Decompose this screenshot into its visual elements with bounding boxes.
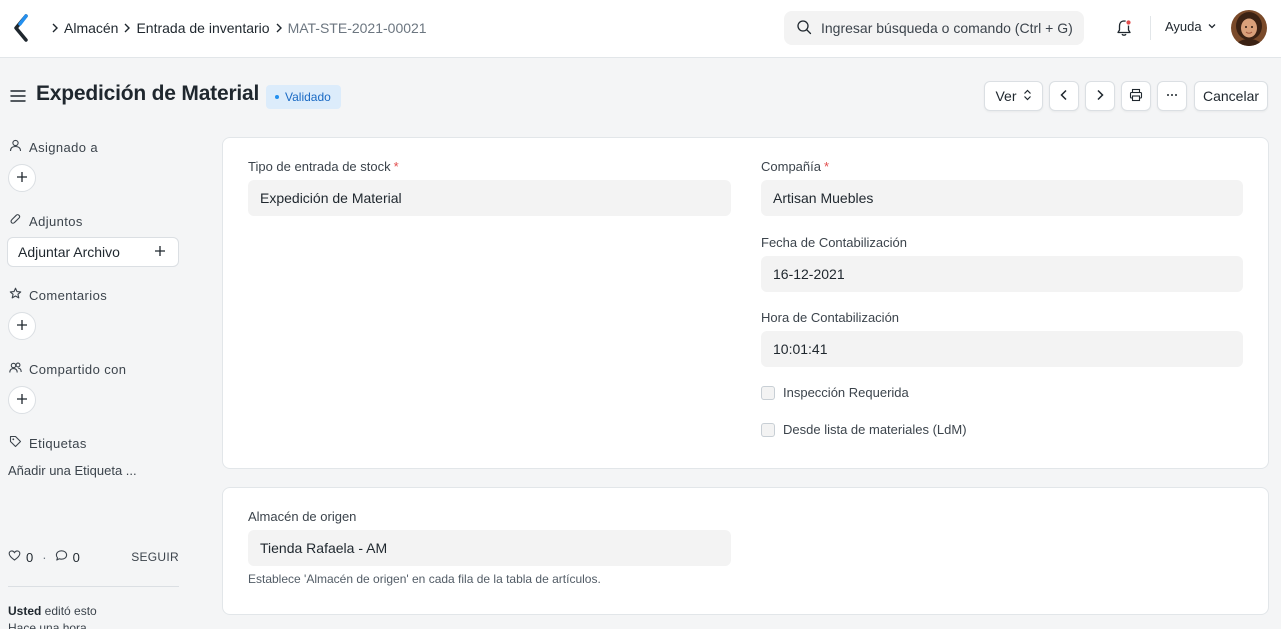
company-label: Compañía *: [761, 159, 829, 174]
warehouse-section: Almacén de origen Tienda Rafaela - AM Es…: [222, 487, 1269, 615]
posting-time-label: Hora de Contabilización: [761, 310, 900, 325]
more-actions-button[interactable]: [1157, 81, 1187, 111]
attachments-section: Adjuntos: [9, 213, 83, 229]
add-tag-link[interactable]: Añadir una Etiqueta ...: [8, 463, 137, 478]
plus-icon: [154, 244, 166, 260]
chevron-right-icon: [118, 23, 136, 33]
comments-label: Comentarios: [29, 287, 108, 303]
add-comment-button[interactable]: [8, 312, 36, 340]
search-icon: [796, 19, 812, 38]
required-marker: *: [393, 159, 399, 174]
activity-user[interactable]: Usted: [8, 604, 41, 618]
comment-counter[interactable]: 0: [55, 549, 80, 565]
doc-stats: 0 · 0 SEGUIR: [8, 549, 179, 565]
source-warehouse-help: Establece 'Almacén de origen' en cada fi…: [248, 572, 601, 586]
stock-entry-type-field[interactable]: Expedición de Material: [248, 180, 731, 216]
assigned-to-section: Asignado a: [9, 139, 98, 155]
view-label: Ver: [995, 88, 1017, 104]
comments-section: Comentarios: [9, 287, 107, 303]
chevron-down-icon: [1207, 19, 1217, 34]
attach-file-label: Adjuntar Archivo: [18, 244, 120, 260]
checkbox-box[interactable]: [761, 385, 775, 400]
follow-button[interactable]: SEGUIR: [131, 550, 179, 564]
navbar: Almacén Entrada de inventario MAT-STE-20…: [0, 0, 1281, 58]
previous-doc-button[interactable]: [1049, 81, 1079, 111]
breadcrumb: Almacén Entrada de inventario MAT-STE-20…: [46, 0, 427, 56]
help-label: Ayuda: [1165, 19, 1202, 34]
breadcrumb-almacen[interactable]: Almacén: [64, 20, 118, 36]
chevron-right-icon: [270, 23, 288, 33]
heart-icon: [8, 549, 21, 565]
posting-date-field[interactable]: 16-12-2021: [761, 256, 1243, 292]
tags-label: Etiquetas: [29, 435, 87, 451]
company-field[interactable]: Artisan Muebles: [761, 180, 1243, 216]
assigned-to-label: Asignado a: [29, 139, 99, 155]
status-label: Validado: [285, 90, 331, 104]
select-arrows-icon: [1023, 88, 1032, 104]
chevron-left-icon: [1057, 88, 1071, 105]
breadcrumb-stock-entry[interactable]: Entrada de inventario: [136, 20, 269, 36]
star-icon: [9, 287, 22, 303]
stock-entry-type-label: Tipo de entrada de stock *: [248, 159, 399, 174]
status-dot: [275, 95, 279, 99]
status-badge: Validado: [266, 85, 341, 109]
sidebar-divider: [8, 586, 179, 587]
help-dropdown[interactable]: Ayuda: [1165, 19, 1217, 34]
like-count: 0: [26, 549, 34, 565]
plus-icon: [16, 319, 28, 334]
search-input[interactable]: [821, 20, 1081, 36]
tags-section: Etiquetas: [9, 435, 87, 451]
attachments-label: Adjuntos: [29, 213, 83, 229]
next-doc-button[interactable]: [1085, 81, 1115, 111]
chevron-right-icon: [1093, 88, 1107, 105]
activity-entry: Usted editó esto: [8, 603, 97, 620]
checkbox-box[interactable]: [761, 422, 775, 437]
view-menu-button[interactable]: Ver: [984, 81, 1043, 111]
posting-date-label: Fecha de Contabilización: [761, 235, 907, 250]
page-title: Expedición de Material: [36, 82, 260, 105]
ellipsis-icon: [1165, 88, 1179, 105]
paperclip-icon: [9, 213, 22, 229]
activity-action: editó esto: [41, 604, 97, 618]
like-counter[interactable]: 0: [8, 549, 33, 565]
stock-entry-type-label-text: Tipo de entrada de stock: [248, 159, 391, 174]
notification-bell-icon[interactable]: [1114, 18, 1134, 38]
attach-file-button[interactable]: Adjuntar Archivo: [7, 237, 179, 267]
user-icon: [9, 139, 22, 155]
posting-time-field[interactable]: 10:01:41: [761, 331, 1243, 367]
plus-icon: [16, 171, 28, 186]
user-avatar[interactable]: [1231, 10, 1267, 46]
comment-count: 0: [72, 549, 80, 565]
breadcrumb-current[interactable]: MAT-STE-2021-00021: [288, 20, 427, 36]
company-label-text: Compañía: [761, 159, 821, 174]
app-logo-icon[interactable]: [12, 14, 32, 42]
tag-icon: [9, 435, 22, 451]
users-icon: [9, 361, 22, 377]
chevron-right-icon: [46, 23, 64, 33]
plus-icon: [16, 393, 28, 408]
from-bom-checkbox[interactable]: Desde lista de materiales (LdM): [761, 422, 967, 437]
inspection-required-label: Inspección Requerida: [783, 385, 909, 400]
inspection-required-checkbox[interactable]: Inspección Requerida: [761, 385, 909, 400]
required-marker: *: [823, 159, 830, 174]
comment-icon: [55, 549, 68, 565]
activity-log: Usted editó esto Hace una hora: [8, 603, 97, 629]
printer-icon: [1129, 88, 1143, 105]
source-warehouse-label: Almacén de origen: [248, 509, 357, 524]
print-button[interactable]: [1121, 81, 1151, 111]
add-share-button[interactable]: [8, 386, 36, 414]
shared-with-label: Compartido con: [29, 361, 127, 377]
separator-dot: ·: [42, 549, 47, 565]
sidebar-toggle-icon[interactable]: [10, 89, 26, 103]
from-bom-label: Desde lista de materiales (LdM): [783, 422, 967, 437]
search-bar[interactable]: [784, 11, 1084, 45]
source-warehouse-field[interactable]: Tienda Rafaela - AM: [248, 530, 731, 566]
shared-with-section: Compartido con: [9, 361, 126, 377]
cancel-button[interactable]: Cancelar: [1194, 81, 1268, 111]
details-section: Tipo de entrada de stock * Expedición de …: [222, 137, 1269, 469]
add-assignee-button[interactable]: [8, 164, 36, 192]
activity-time: Hace una hora: [8, 621, 87, 629]
navbar-divider: [1150, 16, 1151, 40]
